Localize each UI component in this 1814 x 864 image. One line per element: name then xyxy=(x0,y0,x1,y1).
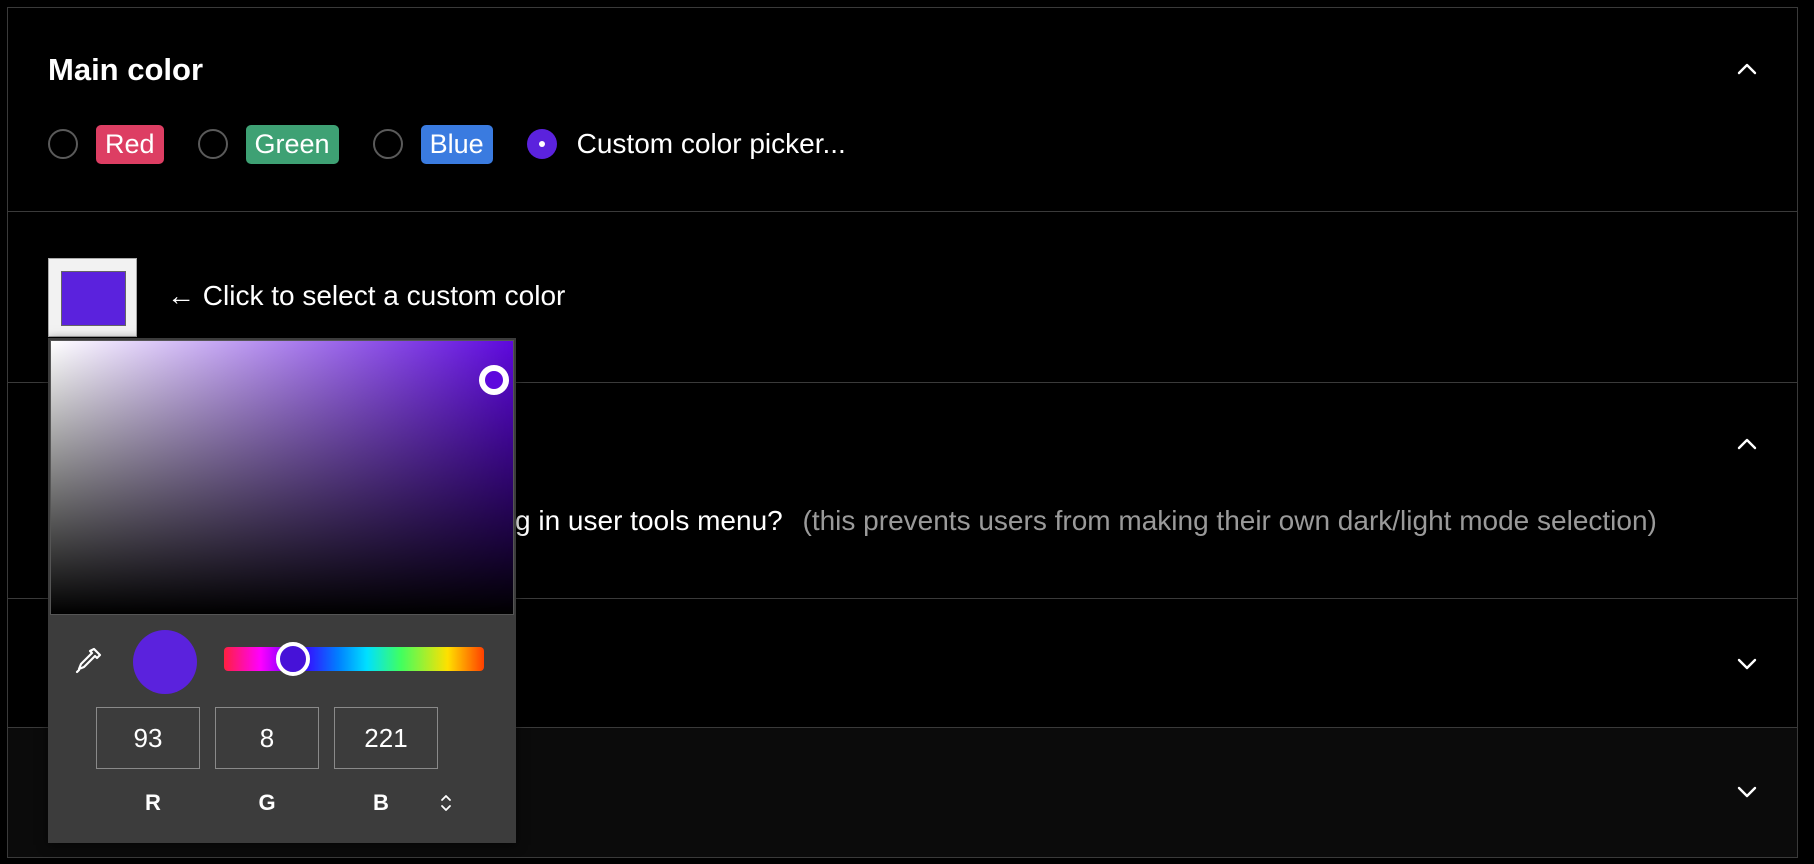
divider xyxy=(7,211,1798,212)
chevron-up-icon[interactable] xyxy=(1736,58,1758,80)
color-preview-circle xyxy=(133,630,197,694)
hide-mode-toggle-question: g in user tools menu? (this prevents use… xyxy=(515,505,1657,537)
radio-custom[interactable] xyxy=(526,129,557,159)
radio-red[interactable] xyxy=(48,129,78,159)
option-label-custom[interactable]: Custom color picker... xyxy=(577,128,846,160)
main-color-options: Red Green Blue Custom color picker... xyxy=(48,124,846,164)
saturation-cursor[interactable] xyxy=(479,365,509,395)
option-label-green[interactable]: Green xyxy=(245,124,339,164)
blue-value-input[interactable]: 221 xyxy=(334,707,438,769)
chevron-down-icon[interactable] xyxy=(1736,653,1758,675)
sort-arrows-icon[interactable] xyxy=(438,792,454,814)
question-text: g in user tools menu? xyxy=(515,505,783,536)
red-channel-label: R xyxy=(145,790,161,815)
green-value-input[interactable]: 8 xyxy=(215,707,319,769)
option-label-red[interactable]: Red xyxy=(96,124,164,164)
current-color-swatch xyxy=(61,271,126,326)
question-note: (this prevents users from making their o… xyxy=(802,505,1657,536)
custom-color-hint: ← Click to select a custom color xyxy=(167,280,566,311)
green-channel-label: G xyxy=(258,790,276,815)
blue-channel-label: B xyxy=(373,790,389,815)
red-value-input[interactable]: 93 xyxy=(96,707,200,769)
custom-color-swatch-button[interactable] xyxy=(48,258,137,337)
hue-slider-thumb[interactable] xyxy=(276,642,310,676)
option-label-blue[interactable]: Blue xyxy=(420,124,493,164)
main-color-heading: Main color xyxy=(48,52,204,87)
radio-blue[interactable] xyxy=(372,129,403,159)
chevron-down-icon[interactable] xyxy=(1736,781,1758,803)
color-picker-popover: 93 8 221 R G B xyxy=(48,338,516,843)
eyedropper-icon[interactable] xyxy=(72,643,106,677)
chevron-up-icon[interactable] xyxy=(1736,433,1758,455)
radio-green[interactable] xyxy=(197,129,228,159)
saturation-value-area[interactable] xyxy=(50,340,514,615)
hue-slider-track[interactable] xyxy=(224,647,484,671)
